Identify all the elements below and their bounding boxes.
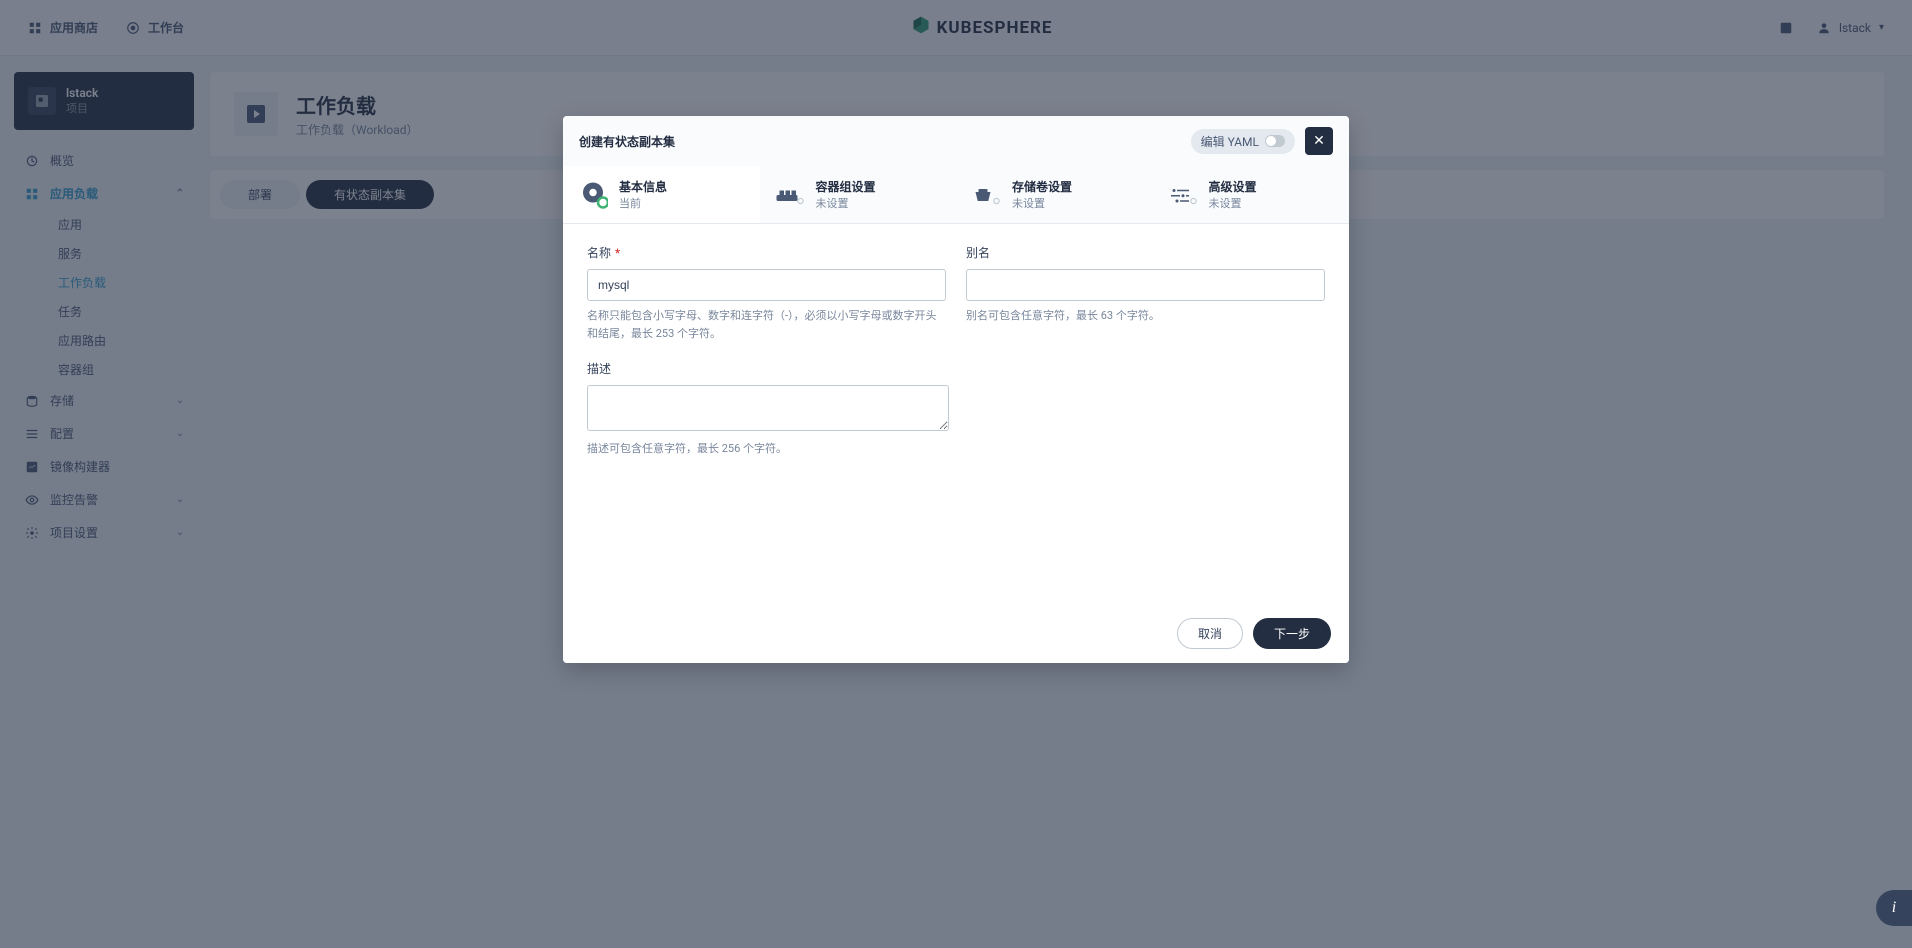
edit-yaml-label: 编辑 YAML [1201,133,1259,150]
step-vol-title: 存储卷设置 [1012,178,1072,195]
step-pod-title: 容器组设置 [816,178,876,195]
modal-footer: 取消 下一步 [563,604,1349,663]
form-row-2: 描述 描述可包含任意字符，最长 256 个字符。 [587,360,1325,458]
alias-label: 别名 [966,244,1325,261]
form-body: 名称 * 名称只能包含小写字母、数字和连字符（-），必须以小写字母或数字开头和结尾… [563,224,1349,604]
next-button[interactable]: 下一步 [1253,618,1331,649]
step-basic-sub: 当前 [619,195,667,211]
yaml-toggle[interactable] [1265,135,1285,147]
step-pod-sub: 未设置 [816,195,876,211]
name-hint: 名称只能包含小写字母、数字和连字符（-），必须以小写字母或数字开头和结尾，最长 … [587,307,946,342]
help-bubble[interactable]: i [1876,890,1912,926]
modal-title: 创建有状态副本集 [579,133,675,150]
modal-head: 创建有状态副本集 编辑 YAML ✕ [563,116,1349,166]
step-pod[interactable]: 容器组设置 未设置 [760,166,957,223]
desc-textarea[interactable] [587,385,949,431]
step-adv[interactable]: 高级设置 未设置 [1153,166,1350,223]
name-label: 名称 * [587,244,946,261]
basic-icon [577,181,609,209]
pod-icon [774,181,806,209]
form-col-name: 名称 * 名称只能包含小写字母、数字和连字符（-），必须以小写字母或数字开头和结尾… [587,244,946,342]
desc-label: 描述 [587,360,949,377]
edit-yaml-button[interactable]: 编辑 YAML [1191,129,1295,154]
step-vol-text: 存储卷设置 未设置 [1012,178,1072,211]
alias-input[interactable] [966,269,1325,301]
modal: 创建有状态副本集 编辑 YAML ✕ 基本信息 当前 [563,116,1349,663]
name-input[interactable] [587,269,946,301]
help-icon: i [1892,899,1896,917]
modal-head-right: 编辑 YAML ✕ [1191,127,1333,155]
step-vol-sub: 未设置 [1012,195,1072,211]
step-basic-title: 基本信息 [619,178,667,195]
desc-hint: 描述可包含任意字符，最长 256 个字符。 [587,440,949,458]
name-label-text: 名称 [587,246,611,260]
step-basic-text: 基本信息 当前 [619,178,667,211]
step-pod-text: 容器组设置 未设置 [816,178,876,211]
close-button[interactable]: ✕ [1305,127,1333,155]
form-col-desc: 描述 描述可包含任意字符，最长 256 个字符。 [587,360,949,458]
step-adv-text: 高级设置 未设置 [1209,178,1257,211]
vol-icon [970,181,1002,209]
step-basic[interactable]: 基本信息 当前 [563,166,760,223]
alias-hint: 别名可包含任意字符，最长 63 个字符。 [966,307,1325,325]
adv-icon [1167,181,1199,209]
step-vol[interactable]: 存储卷设置 未设置 [956,166,1153,223]
cancel-button[interactable]: 取消 [1177,618,1243,649]
steps: 基本信息 当前 容器组设置 未设置 存储卷设置 未设置 [563,166,1349,224]
close-icon: ✕ [1313,133,1325,149]
form-row-1: 名称 * 名称只能包含小写字母、数字和连字符（-），必须以小写字母或数字开头和结尾… [587,244,1325,342]
step-adv-title: 高级设置 [1209,178,1257,195]
form-col-alias: 别名 别名可包含任意字符，最长 63 个字符。 [966,244,1325,342]
step-adv-sub: 未设置 [1209,195,1257,211]
required-mark: * [615,246,620,260]
